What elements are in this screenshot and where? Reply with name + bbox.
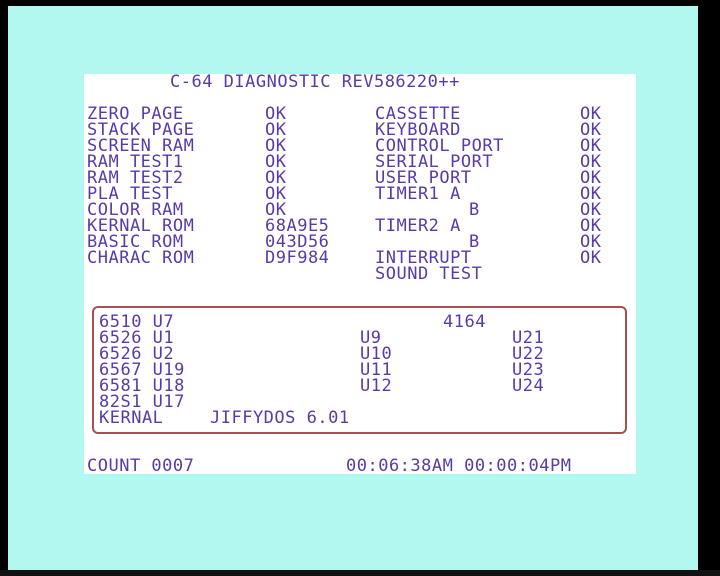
test-label-sound-test: SOUND TEST <box>375 264 483 284</box>
chip-ram-u12: U12 <box>360 376 393 396</box>
page-title: C-64 DIAGNOSTIC REV586220++ <box>170 72 460 92</box>
monitor-bezel-bottom <box>0 570 720 576</box>
elapsed-times: 00:06:38AM 00:00:04PM <box>346 456 572 476</box>
pass-count: COUNT 0007 <box>87 456 195 476</box>
chip-ram-u24: U24 <box>512 376 545 396</box>
kernal-value: JIFFYDOS 6.01 <box>210 408 350 428</box>
test-result-interrupt: OK <box>580 248 602 268</box>
test-label-timer1-a: TIMER1 A <box>375 184 461 204</box>
kernal-label: KERNAL <box>99 408 164 428</box>
c64-screen: C-64 DIAGNOSTIC REV586220++ ZERO PAGE OK… <box>84 72 636 476</box>
test-label-timer2-a: TIMER2 A <box>375 216 461 236</box>
chip-ram-header: 4164 <box>443 312 486 332</box>
test-result-charac-rom: D9F984 <box>265 248 330 268</box>
test-label-charac-rom: CHARAC ROM <box>87 248 195 268</box>
test-label-timer1-b: B <box>469 200 480 220</box>
